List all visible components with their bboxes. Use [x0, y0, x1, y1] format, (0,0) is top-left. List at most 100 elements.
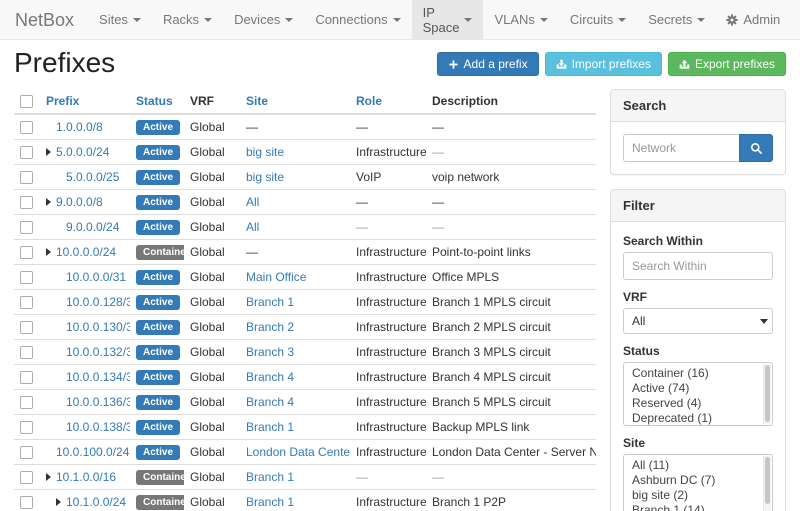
prefix-link[interactable]: 10.0.0.0/31	[66, 270, 126, 284]
prefix-link[interactable]: 10.0.0.130/31	[66, 320, 130, 334]
role-cell: Infrastructure	[356, 345, 426, 359]
filter-input-search-within[interactable]	[623, 252, 773, 280]
prefix-link[interactable]: 10.0.0.136/31	[66, 395, 130, 409]
scrollbar-thumb[interactable]	[765, 457, 770, 504]
column-header-site[interactable]: Site	[246, 94, 268, 108]
site-link[interactable]: Branch 3	[246, 345, 294, 359]
column-header-prefix[interactable]: Prefix	[46, 94, 79, 108]
site-link[interactable]: Branch 4	[246, 395, 294, 409]
vrf-cell: Global	[184, 140, 240, 165]
site-link[interactable]: Branch 1	[246, 495, 294, 509]
option-container-16[interactable]: Container (16)	[624, 366, 772, 381]
prefix-link[interactable]: 9.0.0.0/24	[66, 220, 119, 234]
site-link[interactable]: Main Office	[246, 270, 306, 284]
site-link[interactable]: All	[246, 220, 259, 234]
row-checkbox[interactable]	[20, 496, 33, 509]
prefix-link[interactable]: 10.1.0.0/16	[56, 470, 116, 484]
site-link[interactable]: Branch 1	[246, 295, 294, 309]
status-badge: Active	[136, 395, 180, 410]
site-link[interactable]: All	[246, 195, 259, 209]
nav-item-secrets[interactable]: Secrets	[637, 0, 716, 39]
nav-item-sites[interactable]: Sites	[88, 0, 152, 39]
role-cell: Infrastructure	[356, 495, 426, 509]
row-checkbox[interactable]	[20, 346, 33, 359]
prefix-link[interactable]: 5.0.0.0/24	[56, 145, 109, 159]
add-a-prefix-button[interactable]: Add a prefix	[437, 52, 539, 76]
prefix-link[interactable]: 9.0.0.0/8	[56, 195, 103, 209]
filter-multiselect-site[interactable]: All (11)Ashburn DC (7)big site (2)Branch…	[623, 454, 773, 511]
nav-item-vlans[interactable]: VLANs	[483, 0, 558, 39]
option-big-site-2[interactable]: big site (2)	[624, 488, 772, 503]
prefix-link[interactable]: 10.0.0.134/31	[66, 370, 130, 384]
search-panel: Search	[610, 89, 786, 175]
option-active-74[interactable]: Active (74)	[624, 381, 772, 396]
nav-item-racks[interactable]: Racks	[152, 0, 223, 39]
row-checkbox[interactable]	[20, 221, 33, 234]
filter-fields: Search WithinVRFAllStatusContainer (16)A…	[611, 222, 785, 511]
option-deprecated-1[interactable]: Deprecated (1)	[624, 411, 772, 426]
table-row: 10.0.0.136/31ActiveGlobalBranch 4Infrast…	[14, 390, 596, 415]
nav-item-label: IP Space	[423, 5, 460, 35]
site-link[interactable]: Branch 1	[246, 470, 294, 484]
site-link[interactable]: Branch 4	[246, 370, 294, 384]
row-checkbox[interactable]	[20, 271, 33, 284]
import-prefixes-button[interactable]: Import prefixes	[545, 52, 662, 76]
description-cell: Branch 2 MPLS circuit	[432, 320, 551, 334]
table-row: 10.0.0.132/31ActiveGlobalBranch 3Infrast…	[14, 340, 596, 365]
role-cell: Infrastructure	[356, 445, 426, 459]
import-icon	[556, 59, 567, 70]
nav-item-devices[interactable]: Devices	[223, 0, 304, 39]
export-prefixes-button[interactable]: Export prefixes	[668, 52, 786, 76]
row-checkbox[interactable]	[20, 296, 33, 309]
scrollbar[interactable]	[763, 364, 771, 424]
description-cell: Branch 4 MPLS circuit	[432, 370, 551, 384]
row-checkbox[interactable]	[20, 446, 33, 459]
description-cell: Backup MPLS link	[432, 420, 529, 434]
option-all-11[interactable]: All (11)	[624, 458, 772, 473]
row-checkbox[interactable]	[20, 121, 33, 134]
column-header-status[interactable]: Status	[136, 94, 173, 108]
filter-select-vrf[interactable]: All	[623, 308, 773, 334]
row-checkbox[interactable]	[20, 371, 33, 384]
description-cell: —	[432, 195, 444, 209]
row-checkbox[interactable]	[20, 196, 33, 209]
option-reserved-4[interactable]: Reserved (4)	[624, 396, 772, 411]
site-link[interactable]: Branch 2	[246, 320, 294, 334]
row-checkbox[interactable]	[20, 321, 33, 334]
site-link[interactable]: London Data Center	[246, 445, 350, 459]
site-link[interactable]: big site	[246, 170, 284, 184]
option-ashburn-dc-7[interactable]: Ashburn DC (7)	[624, 473, 772, 488]
table-row: 9.0.0.0/24ActiveGlobalAll——	[14, 215, 596, 240]
prefix-link[interactable]: 10.0.0.128/31	[66, 295, 130, 309]
filter-multiselect-status[interactable]: Container (16)Active (74)Reserved (4)Dep…	[623, 362, 773, 426]
prefix-link[interactable]: 10.0.0.132/31	[66, 345, 130, 359]
nav-item-connections[interactable]: Connections	[304, 0, 411, 39]
scrollbar-thumb[interactable]	[765, 365, 770, 422]
scrollbar[interactable]	[763, 456, 771, 511]
row-checkbox[interactable]	[20, 171, 33, 184]
site-link[interactable]: big site	[246, 145, 284, 159]
row-checkbox[interactable]	[20, 146, 33, 159]
nav-admin-link[interactable]: Admin	[716, 0, 790, 39]
option-branch-1-14[interactable]: Branch 1 (14)	[624, 503, 772, 511]
column-header-role[interactable]: Role	[356, 94, 382, 108]
row-checkbox[interactable]	[20, 396, 33, 409]
site-link[interactable]: Branch 1	[246, 420, 294, 434]
row-checkbox[interactable]	[20, 246, 33, 259]
row-checkbox[interactable]	[20, 471, 33, 484]
select-all-checkbox[interactable]	[20, 95, 33, 108]
prefix-link[interactable]: 5.0.0.0/25	[66, 170, 119, 184]
nav-profile-link[interactable]: Profile	[790, 0, 800, 39]
search-input[interactable]	[623, 134, 739, 162]
prefix-link[interactable]: 10.0.0.138/31	[66, 420, 130, 434]
prefix-link[interactable]: 10.0.0.0/24	[56, 245, 116, 259]
search-button[interactable]	[739, 134, 773, 162]
prefix-link[interactable]: 1.0.0.0/8	[56, 120, 103, 134]
nav-menu: SitesRacksDevicesConnections IP Space VLAN…	[88, 0, 716, 39]
app-brand[interactable]: NetBox	[0, 0, 88, 39]
nav-item-ip-space[interactable]: IP Space	[412, 0, 484, 39]
row-checkbox[interactable]	[20, 421, 33, 434]
prefix-link[interactable]: 10.0.100.0/24	[56, 445, 129, 459]
prefix-link[interactable]: 10.1.0.0/24	[66, 495, 126, 509]
nav-item-circuits[interactable]: Circuits	[559, 0, 637, 39]
